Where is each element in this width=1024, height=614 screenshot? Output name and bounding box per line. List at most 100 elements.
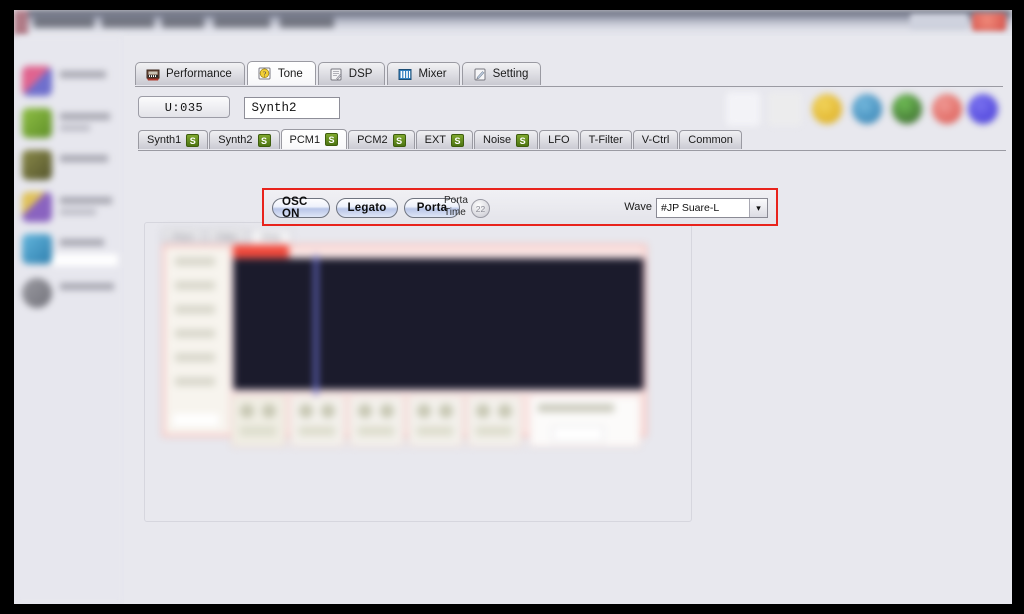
sub-tab-label: EXT <box>424 134 447 146</box>
mixer-icon <box>398 68 412 80</box>
tab-mixer[interactable]: Mixer <box>387 62 460 85</box>
envelope-playhead-cursor[interactable] <box>314 255 318 400</box>
sidebar-item-label <box>60 113 110 120</box>
sub-tab-lfo[interactable]: LFO <box>539 130 579 149</box>
tone-sub-tab-strip: Synth1 S Synth2 S PCM1 S PCM2 S EXT S Noise S … <box>138 129 1006 151</box>
tab-label: Performance <box>166 68 232 80</box>
sidebar-item-sublabel <box>60 125 90 131</box>
envelope-graph[interactable] <box>233 255 644 400</box>
title-bar <box>14 10 1012 36</box>
window-close-button[interactable] <box>972 13 1006 31</box>
porta-time-knob[interactable]: 22 <box>471 199 490 218</box>
sidebar-item-4[interactable] <box>22 188 118 228</box>
sub-tab-label: PCM2 <box>357 134 388 146</box>
env-tab-filter[interactable]: Filter <box>206 228 248 244</box>
envelope-stage-cell[interactable] <box>349 395 404 447</box>
sidebar-item-selected-highlight <box>52 254 118 266</box>
sidebar <box>14 36 124 604</box>
sub-tab-t-filter[interactable]: T-Filter <box>579 130 632 149</box>
patch-name-input[interactable] <box>244 97 341 119</box>
record-icon[interactable] <box>932 94 962 124</box>
envelope-stage-cell[interactable] <box>467 395 522 447</box>
wave-label: Wave <box>624 201 652 213</box>
solo-badge[interactable]: S <box>325 133 339 146</box>
window-minimize-maximize-buttons[interactable] <box>910 14 968 29</box>
sidebar-item-label <box>60 197 112 204</box>
envelope-parameter-selected <box>173 414 219 426</box>
main-panel: Performance ? Tone DSP Mixer Setting U:0… <box>124 36 1012 604</box>
sub-tab-synth1[interactable]: Synth1 S <box>138 130 209 149</box>
sidebar-item-6[interactable] <box>22 274 118 314</box>
tab-label: DSP <box>348 68 373 80</box>
solo-badge[interactable]: S <box>257 133 271 147</box>
main-tab-strip: Performance ? Tone DSP Mixer Setting <box>135 61 1003 87</box>
env-tab-amp[interactable]: Amp <box>250 228 292 244</box>
page-icon[interactable] <box>768 92 802 126</box>
sidebar-item-3[interactable] <box>22 146 118 186</box>
envelope-sub-tabs: Pitch Filter Amp <box>162 228 294 244</box>
tab-performance[interactable]: Performance <box>135 62 245 85</box>
envelope-active-marker <box>233 245 289 259</box>
sub-tab-pcm1[interactable]: PCM1 S <box>280 129 348 149</box>
envelope-summary-box[interactable] <box>529 395 641 447</box>
sidebar-item-label <box>60 155 108 162</box>
tab-setting[interactable]: Setting <box>461 62 542 85</box>
tab-dsp[interactable]: DSP <box>317 62 386 85</box>
sub-tab-label: Noise <box>483 134 512 146</box>
patch-number-button[interactable]: U:035 <box>138 96 230 118</box>
sub-tab-label: T-Filter <box>588 134 623 146</box>
folder-icon[interactable] <box>812 94 842 124</box>
sub-tab-label: Synth1 <box>147 134 182 146</box>
title-bar-accent <box>14 10 28 36</box>
sidebar-item-2[interactable] <box>22 104 118 144</box>
sub-tab-pcm2[interactable]: PCM2 S <box>348 130 415 149</box>
envelope-frame <box>162 244 647 447</box>
screen-root: Performance ? Tone DSP Mixer Setting U:0… <box>0 0 1024 614</box>
sidebar-item-5[interactable] <box>22 230 118 270</box>
globe-icon[interactable] <box>968 94 998 124</box>
sub-tab-label: V-Ctrl <box>641 134 670 146</box>
sub-tab-label: LFO <box>548 134 570 146</box>
envelope-stage-cell[interactable] <box>290 395 345 447</box>
env-tab-pitch[interactable]: Pitch <box>162 228 204 244</box>
save-icon[interactable] <box>852 94 882 124</box>
tab-tone[interactable]: ? Tone <box>246 61 316 85</box>
patch-header-row: U:035 <box>138 96 341 119</box>
legato-button[interactable]: Legato <box>336 198 398 218</box>
solo-badge[interactable]: S <box>451 133 465 147</box>
envelope-parameter-list <box>165 247 229 434</box>
sidebar-item-label <box>60 283 114 290</box>
document-icon[interactable] <box>726 92 760 126</box>
envelope-editor-region: Pitch Filter Amp <box>144 222 692 522</box>
window-title <box>34 17 364 28</box>
sidebar-item-sublabel <box>60 209 96 215</box>
svg-text:?: ? <box>263 70 266 78</box>
sub-tab-synth2[interactable]: Synth2 S <box>209 130 280 149</box>
envelope-stage-cell[interactable] <box>408 395 463 447</box>
tab-label: Mixer <box>418 68 447 80</box>
solo-badge[interactable]: S <box>186 133 200 147</box>
dsp-icon <box>330 68 342 80</box>
tree-icon[interactable] <box>892 94 922 124</box>
sub-tab-label: PCM1 <box>289 133 321 146</box>
top-toolbar <box>712 84 1002 136</box>
solo-badge[interactable]: S <box>516 133 530 147</box>
sidebar-item-label <box>60 239 104 246</box>
app-icon-pink <box>22 66 52 96</box>
performance-icon <box>146 69 160 80</box>
application-window: Performance ? Tone DSP Mixer Setting U:0… <box>14 10 1012 604</box>
sub-tab-ext[interactable]: EXT S <box>415 130 474 149</box>
chevron-down-icon[interactable]: ▾ <box>749 199 767 217</box>
app-icon-purple <box>22 192 52 222</box>
sub-tab-v-ctrl[interactable]: V-Ctrl <box>632 130 679 149</box>
sub-tab-common[interactable]: Common <box>679 130 742 149</box>
envelope-stage-cell[interactable] <box>231 395 286 447</box>
setting-icon <box>474 68 486 80</box>
tab-label: Tone <box>277 67 303 80</box>
osc-on-button[interactable]: OSC ON <box>272 196 330 220</box>
wave-select[interactable]: #JP Suare-L ▾ <box>656 198 768 218</box>
envelope-stage-controls <box>231 395 526 447</box>
solo-badge[interactable]: S <box>392 133 406 147</box>
sidebar-item-1[interactable] <box>22 62 118 102</box>
sub-tab-noise[interactable]: Noise S <box>474 130 539 149</box>
